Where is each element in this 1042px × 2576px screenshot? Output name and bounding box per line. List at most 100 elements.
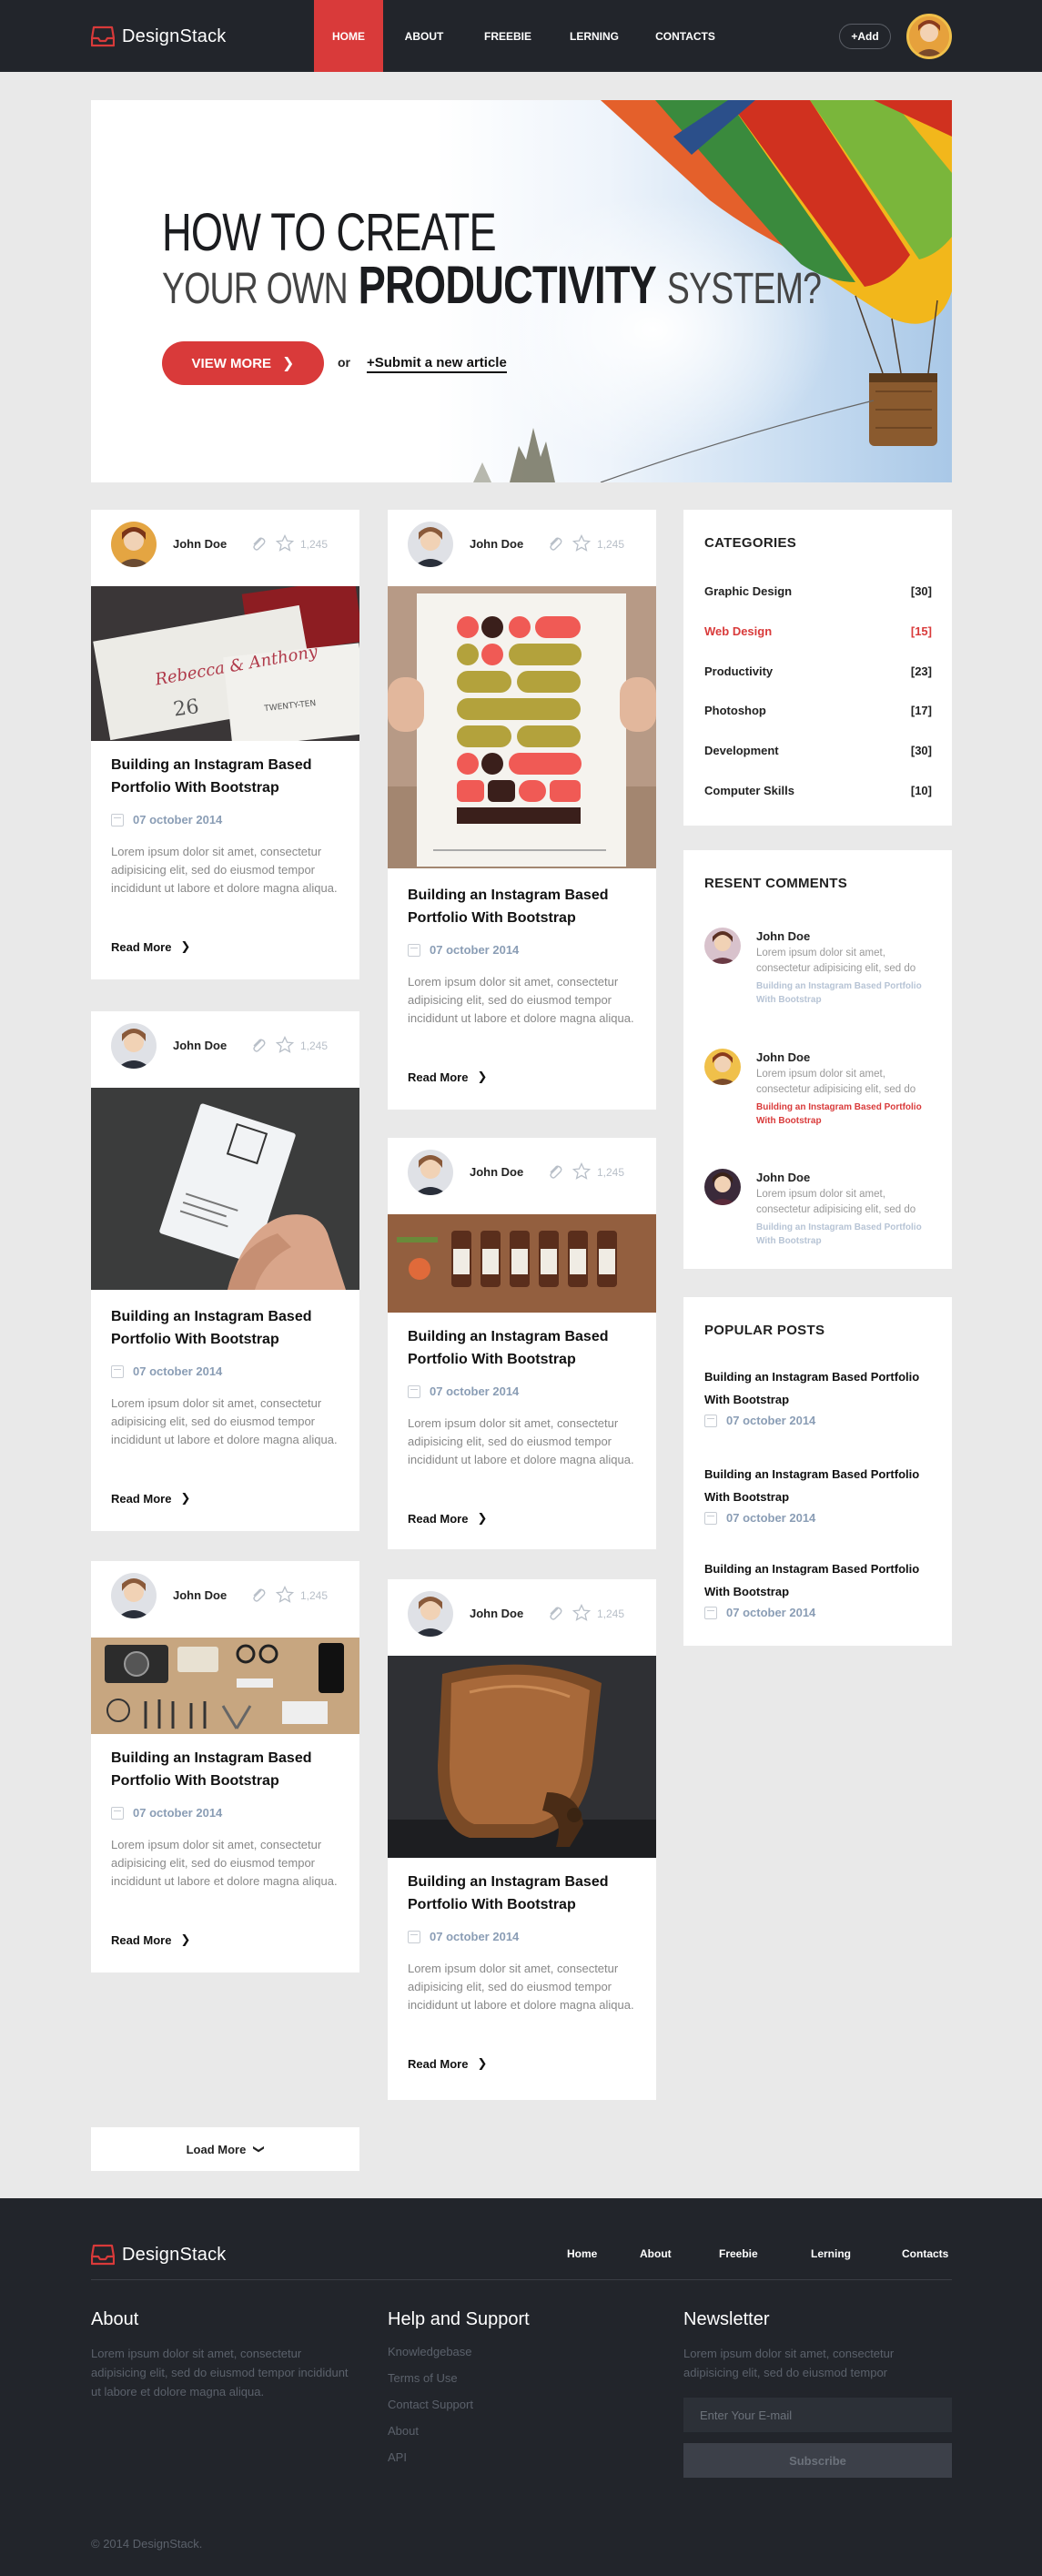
post-title[interactable]: Building an Instagram Based Portfolio Wi… — [111, 754, 339, 799]
chair-photo — [388, 1656, 656, 1858]
star-icon[interactable] — [276, 534, 294, 553]
chevron-right-icon: ❯ — [180, 1491, 191, 1505]
load-more-button[interactable]: Load More ❯ — [91, 2127, 359, 2171]
footer-nav-about[interactable]: About — [640, 2247, 672, 2260]
subscribe-button[interactable]: Subscribe — [683, 2443, 952, 2478]
author-name[interactable]: John Doe — [173, 1588, 227, 1602]
popular-post-title[interactable]: Building an Instagram Based Portfolio Wi… — [704, 1365, 932, 1411]
popular-post-title[interactable]: Building an Instagram Based Portfolio Wi… — [704, 1463, 932, 1508]
author-avatar[interactable] — [111, 1023, 157, 1069]
author-name[interactable]: John Doe — [470, 1607, 523, 1620]
commenter-name[interactable]: John Doe — [756, 1050, 810, 1064]
comment-item: John Doe Lorem ipsum dolor sit amet, con… — [704, 1169, 932, 1260]
paperclip-icon[interactable] — [250, 1587, 267, 1603]
paperclip-icon[interactable] — [250, 535, 267, 552]
paperclip-icon[interactable] — [547, 535, 563, 552]
read-more-link[interactable]: Read More ❯ — [408, 1511, 487, 1526]
chevron-right-icon: ❯ — [477, 1070, 488, 1083]
post-image[interactable] — [388, 1656, 656, 1858]
footer-nav-home[interactable]: Home — [567, 2247, 597, 2260]
footer-link-about[interactable]: About — [388, 2424, 419, 2438]
comment-post-link[interactable]: Building an Instagram Based Portfolio Wi… — [756, 1221, 938, 1248]
popular-post-title[interactable]: Building an Instagram Based Portfolio Wi… — [704, 1557, 932, 1603]
author-avatar[interactable] — [111, 522, 157, 567]
category-item[interactable]: Development [30] — [704, 744, 932, 757]
view-more-button[interactable]: VIEW MORE ❯ — [162, 341, 324, 385]
category-item[interactable]: Photoshop [17] — [704, 704, 932, 717]
category-item[interactable]: Web Design [15] — [704, 624, 932, 638]
author-avatar[interactable] — [111, 1573, 157, 1618]
comment-post-link[interactable]: Building an Instagram Based Portfolio Wi… — [756, 979, 938, 1007]
post-card: John Doe 1,245 Building an Instagram Bas… — [91, 1561, 359, 1973]
paperclip-icon[interactable] — [547, 1605, 563, 1621]
category-name: Graphic Design — [704, 584, 793, 598]
commenter-avatar[interactable] — [704, 928, 741, 964]
submit-article-link[interactable]: +Submit a new article — [367, 355, 507, 373]
author-name[interactable]: John Doe — [470, 537, 523, 551]
commenter-name[interactable]: John Doe — [756, 1171, 810, 1184]
post-image[interactable] — [91, 1088, 359, 1290]
read-more-link[interactable]: Read More ❯ — [408, 1070, 487, 1084]
commenter-avatar[interactable] — [704, 1049, 741, 1085]
nav-lerning[interactable]: LERNING — [551, 0, 638, 72]
business-card-photo — [91, 1088, 359, 1290]
post-card-header: John Doe 1,245 — [91, 1561, 359, 1638]
user-avatar[interactable] — [906, 14, 952, 59]
nav-contacts[interactable]: CONTACTS — [638, 0, 733, 72]
read-more-link[interactable]: Read More ❯ — [111, 1932, 190, 1947]
author-name[interactable]: John Doe — [470, 1165, 523, 1179]
category-item[interactable]: Productivity [23] — [704, 664, 932, 678]
chevron-right-icon: ❯ — [180, 939, 191, 953]
category-item[interactable]: Graphic Design [30] — [704, 584, 932, 598]
category-item[interactable]: Computer Skills [10] — [704, 784, 932, 797]
read-more-label: Read More — [408, 2056, 469, 2071]
post-title[interactable]: Building an Instagram Based Portfolio Wi… — [111, 1747, 339, 1792]
star-icon[interactable] — [276, 1036, 294, 1054]
footer-nav-lerning[interactable]: Lerning — [811, 2247, 851, 2260]
add-button[interactable]: +Add — [839, 24, 891, 49]
post-title[interactable]: Building an Instagram Based Portfolio Wi… — [408, 1871, 635, 1916]
paperclip-icon[interactable] — [250, 1037, 267, 1053]
post-image[interactable] — [388, 1214, 656, 1313]
post-title[interactable]: Building an Instagram Based Portfolio Wi… — [111, 1305, 339, 1351]
footer-link-knowledgebase[interactable]: Knowledgebase — [388, 2345, 472, 2358]
paperclip-icon[interactable] — [547, 1163, 563, 1180]
footer-link-contact-support[interactable]: Contact Support — [388, 2398, 473, 2411]
read-more-link[interactable]: Read More ❯ — [408, 2056, 487, 2071]
post-image[interactable] — [91, 1638, 359, 1734]
chevron-right-icon: ❯ — [180, 1932, 191, 1946]
post-image[interactable]: Rebecca & Anthony 26 TWENTY-TEN — [91, 586, 359, 741]
footer-logo[interactable]: DesignStack — [91, 2244, 226, 2266]
author-name[interactable]: John Doe — [173, 1039, 227, 1052]
main-nav: HOME ABOUT FREEBIE LERNING CONTACTS — [314, 0, 733, 72]
star-icon[interactable] — [572, 1604, 591, 1622]
author-avatar[interactable] — [408, 522, 453, 567]
calendar-icon — [408, 1384, 420, 1398]
footer-link-terms[interactable]: Terms of Use — [388, 2371, 458, 2385]
nav-about[interactable]: ABOUT — [383, 0, 465, 72]
author-avatar[interactable] — [408, 1591, 453, 1637]
newsletter-email-input[interactable]: Enter Your E-mail — [683, 2398, 952, 2432]
author-name[interactable]: John Doe — [173, 537, 227, 551]
nav-freebie[interactable]: FREEBIE — [465, 0, 551, 72]
post-image[interactable] — [388, 586, 656, 868]
read-more-label: Read More — [111, 1932, 172, 1947]
footer-nav-freebie[interactable]: Freebie — [719, 2247, 758, 2260]
star-icon[interactable] — [572, 1162, 591, 1181]
star-icon[interactable] — [572, 534, 591, 553]
commenter-name[interactable]: John Doe — [756, 929, 810, 943]
star-icon[interactable] — [276, 1586, 294, 1604]
read-more-link[interactable]: Read More ❯ — [111, 1491, 190, 1506]
popular-post-item: Building an Instagram Based Portfolio Wi… — [704, 1365, 932, 1427]
post-title[interactable]: Building an Instagram Based Portfolio Wi… — [408, 1325, 635, 1371]
brand-logo[interactable]: DesignStack — [91, 22, 226, 51]
footer-nav-contacts[interactable]: Contacts — [902, 2247, 948, 2260]
read-more-link[interactable]: Read More ❯ — [111, 939, 190, 954]
chevron-right-icon: ❯ — [477, 1511, 488, 1525]
author-avatar[interactable] — [408, 1150, 453, 1195]
commenter-avatar[interactable] — [704, 1169, 741, 1205]
comment-post-link[interactable]: Building an Instagram Based Portfolio Wi… — [756, 1100, 938, 1128]
footer-link-api[interactable]: API — [388, 2450, 407, 2464]
nav-home[interactable]: HOME — [314, 0, 383, 72]
post-title[interactable]: Building an Instagram Based Portfolio Wi… — [408, 884, 635, 929]
